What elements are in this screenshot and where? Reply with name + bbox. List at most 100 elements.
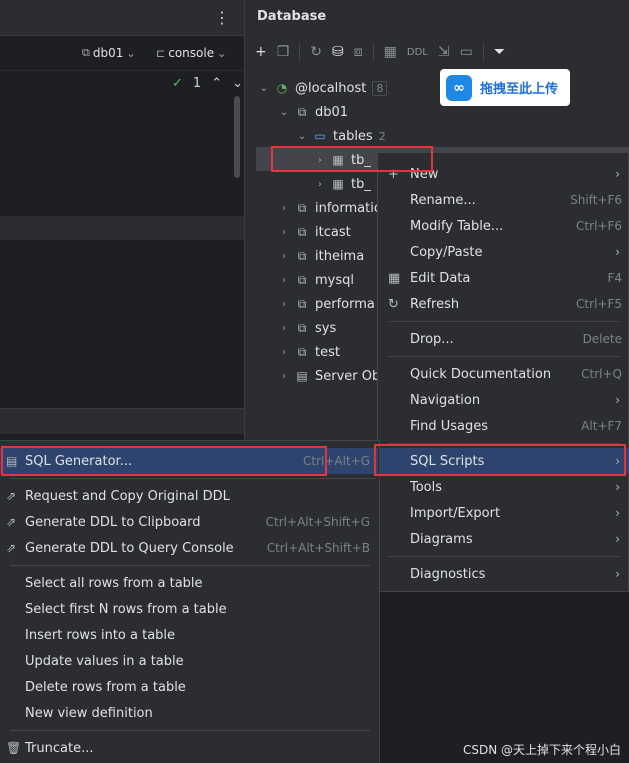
database-panel-title: Database	[257, 9, 327, 24]
menu-item-tools[interactable]: Tools ›	[378, 474, 628, 500]
trash-icon: 🗑	[6, 741, 22, 755]
upload-drop-badge[interactable]: ∞ 拖拽至此上传	[440, 69, 570, 106]
ddl-button[interactable]: DDL	[407, 47, 428, 58]
external-link-icon: ⇗	[6, 515, 17, 529]
more-options-icon[interactable]: ⋮	[214, 8, 230, 27]
menu-item-rename[interactable]: Rename... Shift+F6	[378, 187, 628, 213]
console-icon[interactable]: ▭	[460, 44, 473, 60]
chevron-right-icon[interactable]: ›	[315, 155, 325, 166]
menu-separator	[10, 730, 370, 731]
menu-item-copy-paste[interactable]: Copy/Paste ›	[378, 239, 628, 265]
watermark: CSDN @天上掉下来个程小白	[462, 743, 621, 757]
chevron-right-icon[interactable]: ›	[279, 299, 289, 310]
chevron-right-icon: ›	[615, 532, 620, 546]
tree-item-db01[interactable]: ⌄ ⧉ db01	[279, 101, 348, 123]
external-link-icon: ⇗	[6, 489, 17, 503]
submenu-item-ddl-to-console[interactable]: ⇗ Generate DDL to Query Console Ctrl+Alt…	[0, 535, 378, 561]
chevron-right-icon: ›	[615, 506, 620, 520]
tree-item-server-objects[interactable]: › ▤ Server Ob	[279, 365, 380, 387]
chevron-right-icon[interactable]: ›	[279, 323, 289, 334]
editor-current-line	[0, 216, 244, 240]
submenu-item-new-view-definition[interactable]: New view definition	[0, 700, 378, 726]
folder-icon: ▭	[314, 129, 326, 143]
chevron-right-icon: ›	[615, 454, 620, 468]
table-icon[interactable]: ▦	[384, 44, 397, 60]
copy-icon[interactable]: ❐	[277, 44, 290, 60]
menu-item-diagnostics[interactable]: Diagnostics ›	[378, 561, 628, 587]
tree-item-table-1[interactable]: › ▦ tb_	[315, 149, 371, 171]
chevron-right-icon: ›	[615, 167, 620, 181]
menu-item-diagrams[interactable]: Diagrams ›	[378, 526, 628, 552]
chevron-up-icon[interactable]: ⌃	[211, 76, 222, 91]
filter-icon[interactable]: ⏷	[494, 44, 505, 60]
tree-item-mysql[interactable]: › ⧉ mysql	[279, 269, 354, 291]
table-icon: ▦	[388, 270, 401, 286]
schema-selector[interactable]: ⧉ db01 ⌄	[82, 46, 136, 60]
jump-icon[interactable]: ⇲	[438, 44, 450, 60]
editor-area: ⋮ ⧉ db01 ⌄ ⊏ console ⌄ ✓ 1 ⌃ ⌄	[0, 0, 244, 434]
menu-item-navigation[interactable]: Navigation ›	[378, 387, 628, 413]
menu-item-edit-data[interactable]: ▦ Edit Data F4	[378, 265, 628, 291]
tree-item-sys[interactable]: › ⧉ sys	[279, 317, 336, 339]
chevron-right-icon[interactable]: ›	[279, 371, 289, 382]
chevron-right-icon[interactable]: ›	[279, 347, 289, 358]
chevron-down-icon[interactable]: ⌄	[297, 131, 307, 142]
menu-separator	[388, 556, 620, 557]
tree-item-test[interactable]: › ⧉ test	[279, 341, 340, 363]
chevron-down-icon[interactable]: ⌄	[259, 83, 269, 94]
tree-item-itheima[interactable]: › ⧉ itheima	[279, 245, 364, 267]
editor-bottom-strip	[0, 408, 244, 434]
editor-scrollbar[interactable]	[234, 96, 240, 178]
menu-item-new[interactable]: + New ›	[378, 161, 628, 187]
submenu-item-select-all-rows[interactable]: Select all rows from a table	[0, 570, 378, 596]
tree-item-itcast[interactable]: › ⧉ itcast	[279, 221, 351, 243]
console-selector[interactable]: ⊏ console ⌄	[156, 46, 226, 60]
cloud-upload-icon: ∞	[446, 74, 472, 101]
schema-icon: ⧉	[297, 224, 307, 239]
database-toolbar: + ❐ ↻ ⛁ ⧈ ▦ DDL ⇲ ▭ ⏷	[255, 44, 505, 60]
chevron-right-icon[interactable]: ›	[279, 275, 289, 286]
chevron-down-icon[interactable]: ⌄	[232, 76, 243, 91]
console-toolbar: ⧉ db01 ⌄ ⊏ console ⌄	[0, 37, 244, 71]
chevron-right-icon[interactable]: ›	[315, 179, 325, 190]
tree-item-information-schema[interactable]: › ⧉ informatio	[279, 197, 382, 219]
chevron-right-icon: ›	[615, 567, 620, 581]
checkmark-icon: ✓	[172, 76, 183, 91]
submenu-item-request-copy-ddl[interactable]: ⇗ Request and Copy Original DDL	[0, 483, 378, 509]
table-icon: ▦	[332, 177, 344, 191]
menu-item-import-export[interactable]: Import/Export ›	[378, 500, 628, 526]
refresh-icon[interactable]: ↻	[310, 44, 322, 60]
chevron-right-icon[interactable]: ›	[279, 251, 289, 262]
chevron-right-icon[interactable]: ›	[279, 227, 289, 238]
menu-item-find-usages[interactable]: Find Usages Alt+F7	[378, 413, 628, 439]
external-link-icon: ⇗	[6, 541, 17, 555]
submenu-item-truncate[interactable]: 🗑 Truncate...	[0, 735, 378, 761]
menu-item-drop[interactable]: Drop... Delete	[378, 326, 628, 352]
menu-item-sql-scripts[interactable]: SQL Scripts ›	[378, 448, 628, 474]
tree-item-tables[interactable]: ⌄ ▭ tables 2	[297, 125, 386, 147]
table-icon: ▦	[332, 153, 344, 167]
schema-icon: ⧉	[297, 296, 307, 311]
submenu-item-delete-rows[interactable]: Delete rows from a table	[0, 674, 378, 700]
add-icon[interactable]: +	[255, 44, 267, 60]
sync-icon[interactable]: ⧈	[354, 44, 363, 60]
chevron-right-icon[interactable]: ›	[279, 203, 289, 214]
submenu-item-sql-generator[interactable]: ▤ SQL Generator... Ctrl+Alt+G	[0, 448, 378, 474]
plus-icon: +	[388, 166, 399, 182]
menu-item-quick-documentation[interactable]: Quick Documentation Ctrl+Q	[378, 361, 628, 387]
schema-icon: ⧉	[297, 200, 307, 215]
inspection-widget[interactable]: ✓ 1 ⌃ ⌄	[172, 76, 243, 91]
menu-item-refresh[interactable]: ↻ Refresh Ctrl+F5	[378, 291, 628, 317]
submenu-item-update-values[interactable]: Update values in a table	[0, 648, 378, 674]
chevron-down-icon[interactable]: ⌄	[279, 107, 289, 118]
tree-item-performance-schema[interactable]: › ⧉ performa	[279, 293, 375, 315]
submenu-item-select-first-n-rows[interactable]: Select first N rows from a table	[0, 596, 378, 622]
menu-separator	[10, 565, 370, 566]
data-source-properties-icon[interactable]: ⛁	[332, 44, 344, 60]
tree-item-table-2[interactable]: › ▦ tb_	[315, 173, 371, 195]
submenu-item-ddl-to-clipboard[interactable]: ⇗ Generate DDL to Clipboard Ctrl+Alt+Shi…	[0, 509, 378, 535]
tree-item-localhost[interactable]: ⌄ ◔ @localhost 8	[259, 77, 388, 99]
chevron-down-icon: ⌄	[217, 46, 227, 60]
submenu-item-insert-rows[interactable]: Insert rows into a table	[0, 622, 378, 648]
menu-item-modify-table[interactable]: Modify Table... Ctrl+F6	[378, 213, 628, 239]
